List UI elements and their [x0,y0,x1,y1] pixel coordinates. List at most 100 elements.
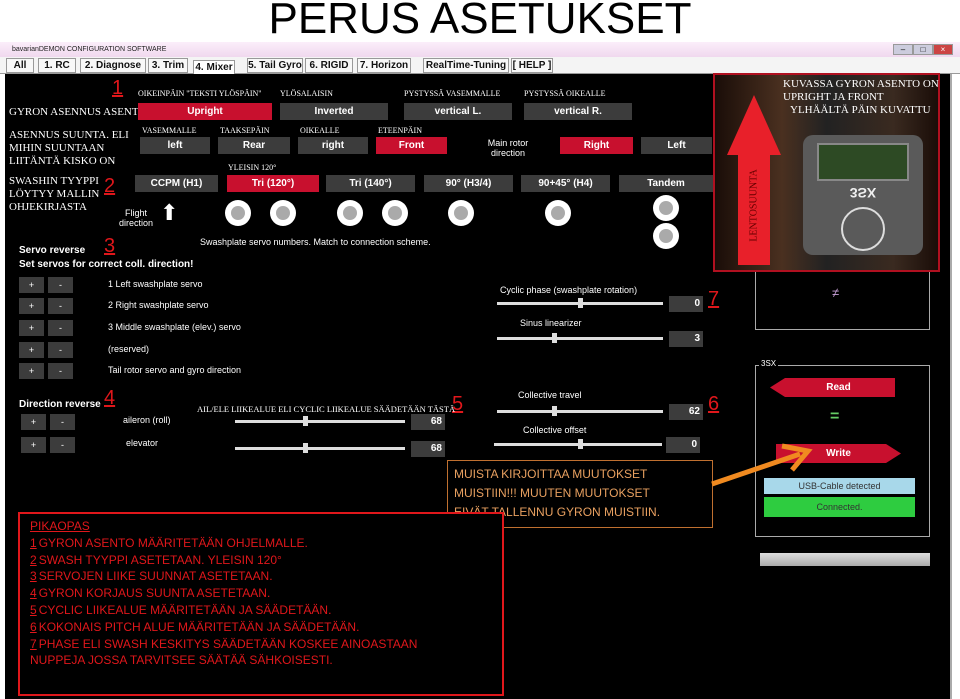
tab-7[interactable]: 6. RIGID [305,58,353,73]
guide-number: 7 [30,636,37,651]
connector-pins [817,143,909,181]
step-marker-3: 3 [104,235,116,257]
param-3-value[interactable]: 62 [669,404,703,420]
mount-caption: PYSTYSSÄ VASEMMALLE [404,89,501,98]
slider-thumb[interactable] [578,298,584,308]
elevator-slider[interactable] [235,443,405,453]
tab-1[interactable]: All [6,58,34,73]
guide-text: SERVOJEN LIIKE SUUNNAT ASETETAAN. [38,569,273,584]
servo-minus-button[interactable]: - [48,320,73,336]
close-button[interactable]: × [933,44,953,55]
swash-button[interactable]: Tandem [619,175,713,192]
swash-label: SWASHIN TYYPPI [9,175,99,187]
servo-minus-button[interactable]: - [48,298,73,314]
slider-thumb[interactable] [303,416,308,426]
flight-direction-text: LENTOSUUNTA [748,169,760,242]
param-2-value[interactable]: 3 [669,331,703,347]
swash-label: LÖYTYY MALLIN [9,188,100,200]
guide-text: PHASE ELI SWASH KESKITYS SÄÄDETÄÄN KOSKE… [38,636,418,651]
swash-button[interactable]: CCPM (H1) [135,175,218,192]
rotor-button[interactable]: Right [560,137,633,154]
direction-minus-button[interactable]: - [50,437,75,453]
slider-thumb[interactable] [578,439,583,449]
servo-label: 2 Right swashplate servo [108,300,209,310]
servo-plus-button[interactable]: + [19,363,44,379]
swash-button[interactable]: 90+45° (H4) [521,175,610,192]
slider-label: Cyclic phase (swashplate rotation) [500,285,638,295]
tab-10[interactable]: [ HELP ] [511,58,553,73]
step-marker-6: 6 [708,393,720,415]
slider-thumb[interactable] [551,406,557,416]
quick-guide: PIKAOPAS 1 GYRON ASENTO MÄÄRITETÄÄN OHJELM… [18,512,504,696]
param-4-slider[interactable] [494,439,662,449]
swash-button[interactable]: 90° (H3/4) [424,175,513,192]
red-arrow-shaft: LENTOSUUNTA [738,155,770,265]
servo-minus-button[interactable]: - [48,342,73,358]
read-button[interactable]: Read [770,378,895,397]
param-1-value[interactable]: 0 [669,296,703,312]
direction-button[interactable]: left [140,137,210,154]
tab-5[interactable]: 4. Mixer [193,60,235,75]
mount-button[interactable]: vertical R. [524,103,632,120]
rotor-button[interactable]: Left [641,137,712,154]
mount-caption: OIKEINPÄIN "TEKSTI YLÖSPÄIN" [138,89,262,98]
servo-plus-button[interactable]: + [19,298,44,314]
swash-button[interactable]: Tri (120°) [227,175,319,192]
slider-thumb[interactable] [303,443,308,453]
elevator-value[interactable]: 68 [411,441,445,457]
servo-plus-button[interactable]: + [19,277,44,293]
servo-minus-button[interactable]: - [48,277,73,293]
direction-button[interactable]: Rear [218,137,290,154]
servo-plus-button[interactable]: + [19,342,44,358]
group-title: 3SX [759,359,779,368]
servo-reverse-subtitle: Set servos for correct coll. direction! [19,259,194,270]
swashplate-diagram-icon [382,200,408,226]
param-2-slider[interactable] [497,333,663,343]
guide-number: 3 [30,569,37,584]
not-equal-icon: ≠ [832,285,840,300]
mount-label: GYRON ASENNUS ASENTO [9,106,147,118]
guide-item: 1 GYRON ASENTO MÄÄRITETÄÄN OHJELMALLE. [30,535,492,552]
guide-text: CYCLIC LIIKEALUE MÄÄRITETÄÄN JA SÄÄDETÄÄ… [38,602,332,617]
tab-9[interactable]: RealTime-Tuning [423,58,509,73]
mount-button[interactable]: vertical L. [404,103,512,120]
tab-3[interactable]: 2. Diagnose [80,58,146,73]
direction-button[interactable]: right [298,137,368,154]
direction-button[interactable]: Front [376,137,447,154]
mount-button[interactable]: Inverted [280,103,388,120]
minimize-button[interactable]: – [893,44,913,55]
slider-thumb[interactable] [551,333,557,343]
flight-direction-label: Flight direction [118,208,154,228]
step-marker-7: 7 [708,288,720,310]
mount-button[interactable]: Upright [138,103,272,120]
direction-plus-button[interactable]: + [21,414,46,430]
swash-button[interactable]: Tri (140°) [326,175,415,192]
swashplate-diagram-icon [337,200,363,226]
param-1-slider[interactable] [497,298,663,308]
aileron-slider[interactable] [235,416,405,426]
device-logo-text: 3SX [849,185,877,201]
tab-6[interactable]: 5. Tail Gyro [247,58,303,73]
param-3-slider[interactable] [497,406,663,416]
swashplate-diagram-icon [270,200,296,226]
guide-number: 2 [30,552,37,567]
servo-plus-button[interactable]: + [19,320,44,336]
servo-label: Tail rotor servo and gyro direction [108,365,242,375]
reminder-line: MUISTIIN!!! MUUTEN MUUTOKSET [454,486,650,500]
maximize-button[interactable]: □ [913,44,933,55]
direction-minus-button[interactable]: - [50,414,75,430]
tab-8[interactable]: 7. Horizon [357,58,411,73]
direction-plus-button[interactable]: + [21,437,46,453]
progress-bar [760,553,930,566]
aileron-value[interactable]: 68 [411,414,445,430]
tab-2[interactable]: 1. RC [38,58,76,73]
param-4-value[interactable]: 0 [666,437,700,453]
direction-caption: VASEMMALLE [142,126,197,135]
tab-4[interactable]: 3. Trim [148,58,188,73]
swashplate-diagram-icon [653,195,679,221]
swash-caption: YLEISIN 120° [228,163,277,172]
slider-label: Collective offset [523,425,587,435]
servo-minus-button[interactable]: - [48,363,73,379]
slider-label: Collective travel [518,390,582,400]
step-marker-4: 4 [104,387,116,409]
